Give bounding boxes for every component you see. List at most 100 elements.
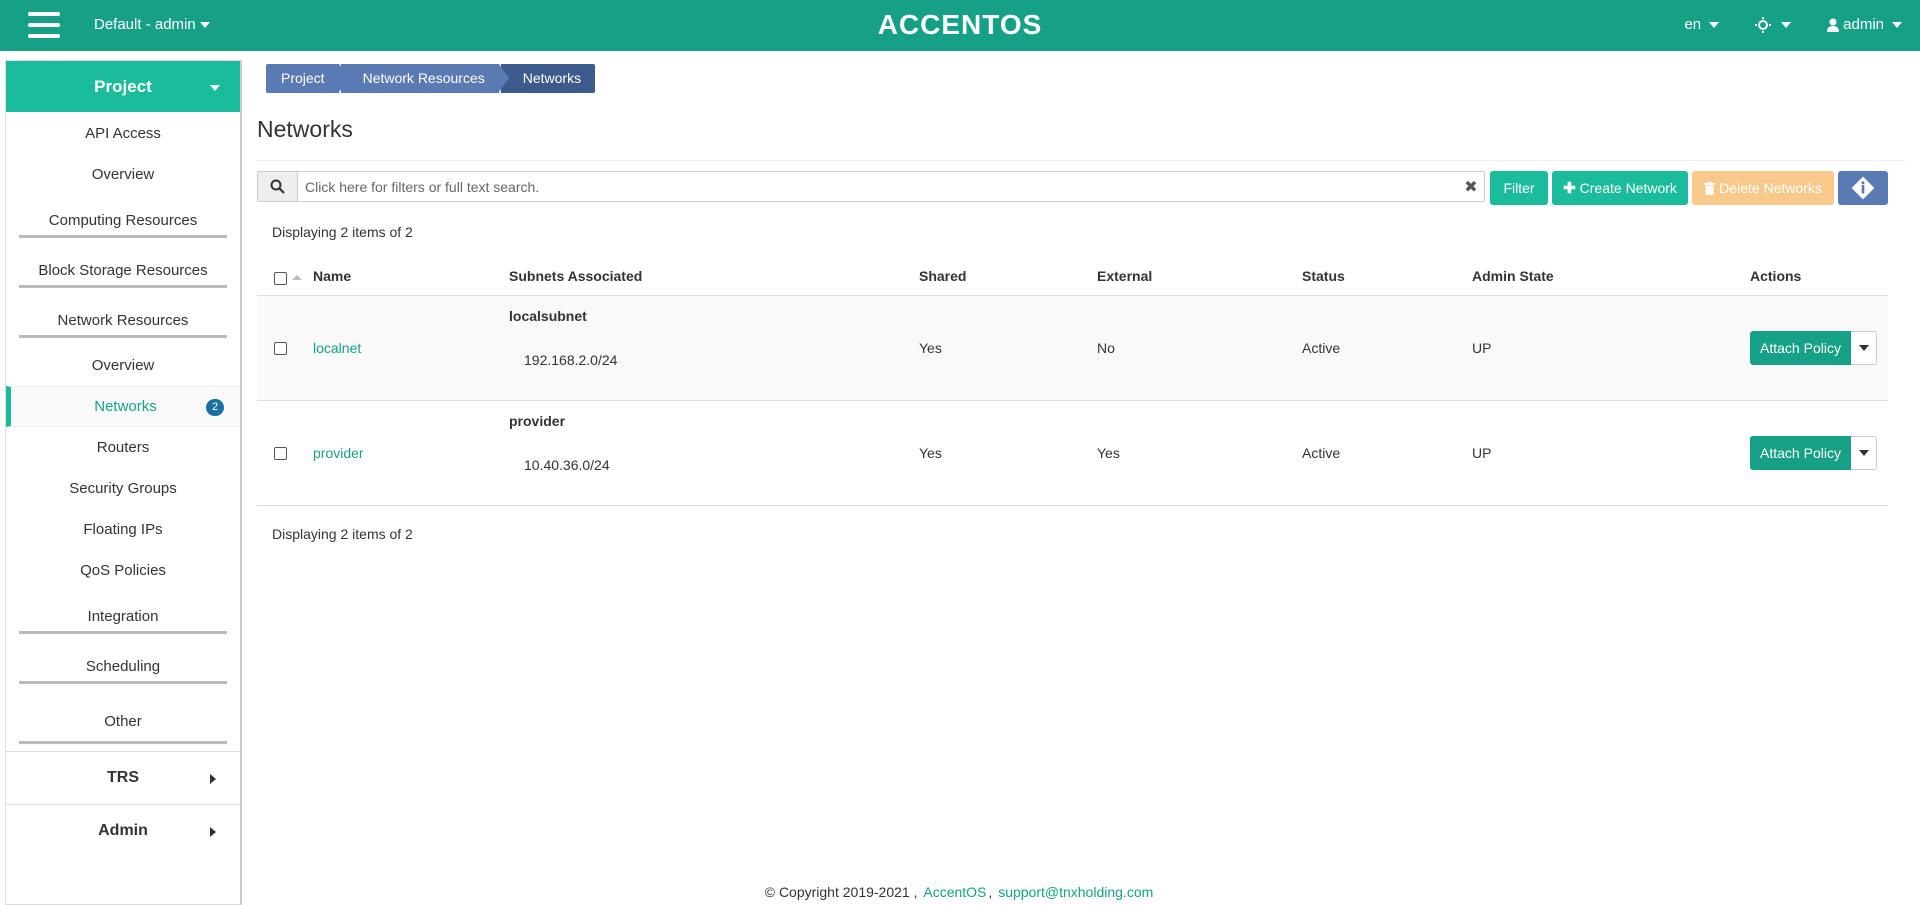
header-actions: Actions [1750, 268, 1802, 284]
search-icon[interactable] [258, 172, 298, 201]
user-menu[interactable]: admin [1827, 16, 1902, 33]
chevron-down-icon [1892, 21, 1902, 28]
sidebar: Project API Access Overview Computing Re… [5, 60, 242, 905]
sidebar-item-qos-policies[interactable]: QoS Policies [6, 550, 240, 591]
cell-shared: Yes [919, 340, 942, 356]
breadcrumb-network-resources[interactable]: Network Resources [340, 64, 509, 93]
cell-admin-state: UP [1472, 445, 1492, 461]
row-actions-dropdown[interactable] [1851, 331, 1877, 365]
brand-link[interactable]: AccentOS [923, 884, 986, 900]
clear-search-icon[interactable]: ✖ [1458, 172, 1484, 201]
cell-external: No [1097, 340, 1115, 356]
select-all-checkbox[interactable] [274, 272, 287, 285]
table-row: localnet localsubnet 192.168.2.0/24 Yes … [257, 296, 1888, 401]
sidebar-group-integration[interactable]: Integration [6, 591, 240, 641]
network-name-link[interactable]: provider [313, 445, 364, 461]
sidebar-group-other[interactable]: Other [6, 691, 240, 751]
chevron-down-icon [199, 22, 210, 29]
search-input[interactable] [298, 172, 1458, 201]
cell-shared: Yes [919, 445, 942, 461]
cell-external: Yes [1097, 445, 1120, 461]
sidebar-item-api-access[interactable]: API Access [6, 113, 240, 154]
chevron-down-icon [1858, 345, 1869, 351]
plus-icon: ✚ [1563, 180, 1576, 197]
chevron-down-icon [210, 85, 220, 91]
networks-count-badge: 2 [206, 399, 224, 416]
delete-networks-label: Delete Networks [1719, 180, 1822, 196]
sidebar-group-scheduling[interactable]: Scheduling [6, 641, 240, 691]
sidebar-item-security-groups[interactable]: Security Groups [6, 468, 240, 509]
row-actions-dropdown[interactable] [1851, 436, 1877, 470]
sidebar-trs-label: TRS [107, 769, 139, 786]
sidebar-project-label: Project [94, 76, 152, 96]
sort-asc-icon[interactable] [292, 275, 302, 280]
sun-icon [1755, 16, 1772, 33]
footer-separator: , [988, 884, 993, 900]
subnet-cidr: 10.40.36.0/24 [524, 457, 610, 473]
sidebar-group-network-resources[interactable]: Network Resources [6, 295, 240, 345]
filter-button[interactable]: Filter [1490, 171, 1548, 205]
logo: ACCENTOS [877, 9, 1043, 40]
row-checkbox[interactable] [274, 447, 287, 460]
attach-policy-button[interactable]: Attach Policy [1750, 436, 1851, 470]
chevron-down-icon [1709, 21, 1720, 28]
header-shared[interactable]: Shared [919, 268, 966, 284]
sidebar-group-block-storage[interactable]: Block Storage Resources [6, 245, 240, 295]
header-external[interactable]: External [1097, 268, 1152, 284]
row-actions: Attach Policy [1750, 436, 1877, 470]
cell-status: Active [1302, 445, 1341, 461]
breadcrumb-networks: Networks [500, 64, 596, 93]
row-checkbox[interactable] [274, 342, 287, 355]
subnet-cidr: 192.168.2.0/24 [524, 352, 618, 368]
footer: © Copyright 2019-2021 , AccentOS, suppor… [0, 884, 1920, 900]
user-label: admin [1843, 16, 1884, 33]
header-name[interactable]: Name [313, 268, 351, 284]
chevron-right-icon [210, 774, 216, 784]
breadcrumb: Project Network Resources Networks [266, 64, 597, 93]
sidebar-section-admin[interactable]: Admin [6, 804, 240, 857]
top-navbar: Default - admin ACCENTOS en admin [0, 0, 1920, 51]
delete-networks-button[interactable]: Delete Networks [1692, 171, 1834, 205]
logo-wrapper: ACCENTOS [0, 9, 1920, 41]
subnet-name: localsubnet [509, 308, 587, 324]
sidebar-section-trs[interactable]: TRS [6, 751, 240, 804]
theme-selector[interactable] [1755, 16, 1792, 33]
hamburger-menu-icon[interactable] [28, 12, 60, 38]
items-count-bottom: Displaying 2 items of 2 [272, 526, 413, 542]
sidebar-item-floating-ips[interactable]: Floating IPs [6, 509, 240, 550]
breadcrumb-project[interactable]: Project [266, 64, 349, 93]
sidebar-item-routers[interactable]: Routers [6, 427, 240, 468]
items-count-top: Displaying 2 items of 2 [272, 224, 413, 240]
sidebar-item-overview[interactable]: Overview [6, 154, 240, 195]
subnet-name: provider [509, 413, 566, 429]
sidebar-admin-label: Admin [98, 822, 148, 839]
user-icon [1827, 18, 1840, 32]
info-button[interactable] [1838, 171, 1888, 205]
cell-admin-state: UP [1472, 340, 1492, 356]
header-status[interactable]: Status [1302, 268, 1345, 284]
header-subnets[interactable]: Subnets Associated [509, 268, 642, 284]
copyright-text: © Copyright 2019-2021 , [764, 884, 918, 900]
table-row: provider provider 10.40.36.0/24 Yes Yes … [257, 401, 1888, 506]
header-admin-state[interactable]: Admin State [1472, 268, 1554, 284]
sidebar-item-networks[interactable]: Networks 2 [6, 386, 240, 427]
support-email-link[interactable]: support@tnxholding.com [998, 884, 1153, 900]
info-diamond-icon [1851, 176, 1875, 200]
language-selector[interactable]: en [1684, 16, 1720, 33]
project-selector-label: Default - admin [94, 16, 196, 33]
networks-table: Name Subnets Associated Shared External … [257, 256, 1888, 506]
sidebar-project-header[interactable]: Project [6, 61, 240, 113]
row-actions: Attach Policy [1750, 331, 1877, 365]
title-divider [257, 160, 1905, 161]
project-selector[interactable]: Default - admin [94, 16, 210, 33]
attach-policy-button[interactable]: Attach Policy [1750, 331, 1851, 365]
page-title: Networks [257, 116, 353, 142]
sidebar-group-computing[interactable]: Computing Resources [6, 195, 240, 245]
sidebar-item-network-overview[interactable]: Overview [6, 345, 240, 386]
search-bar: ✖ [257, 171, 1485, 202]
trash-icon [1704, 181, 1716, 195]
network-name-link[interactable]: localnet [313, 340, 361, 356]
chevron-down-icon [1781, 21, 1792, 28]
create-network-button[interactable]: ✚ Create Network [1552, 171, 1688, 205]
cell-status: Active [1302, 340, 1341, 356]
